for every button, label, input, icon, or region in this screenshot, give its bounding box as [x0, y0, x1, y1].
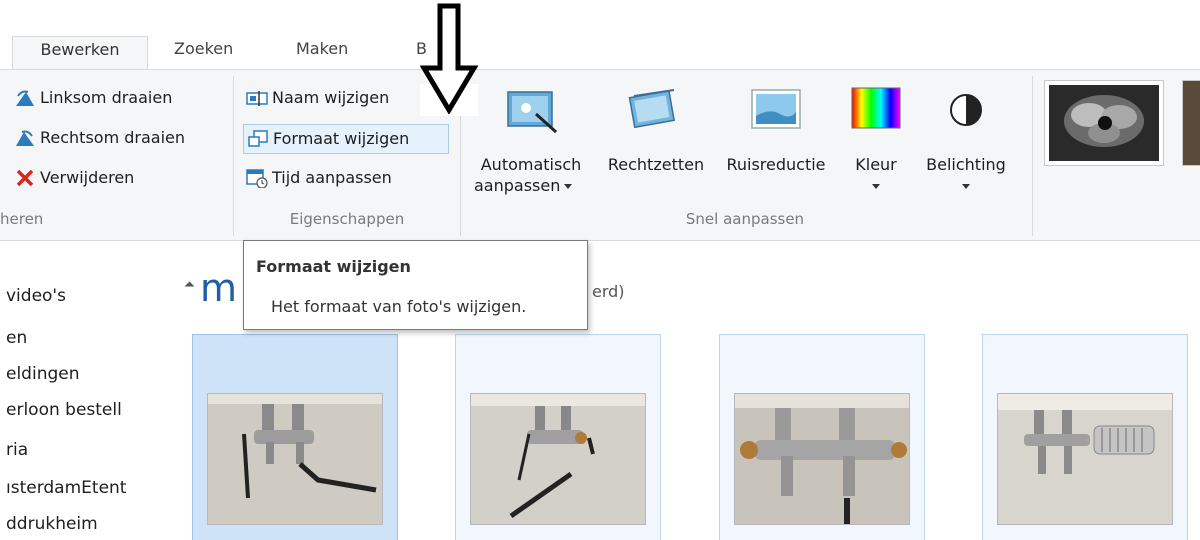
- photo-thumbnail[interactable]: [455, 334, 661, 540]
- exposure-button[interactable]: Belichting: [916, 154, 1016, 196]
- color-label: Kleur: [855, 155, 897, 174]
- nav-item[interactable]: video's: [6, 286, 66, 306]
- rename-button[interactable]: Naam wijzigen: [246, 86, 426, 112]
- nav-item[interactable]: ısterdamEtent: [6, 478, 126, 498]
- nav-item[interactable]: ddrukheim: [6, 514, 98, 534]
- tooltip-title: Formaat wijzigen: [256, 257, 411, 276]
- noise-reduction-label: Ruisreductie: [726, 155, 826, 174]
- tooltip-description: Het formaat van foto's wijzigen.: [271, 297, 527, 316]
- chevron-down-icon: [872, 184, 880, 189]
- nav-item[interactable]: en: [6, 328, 27, 348]
- photo-thumbnail[interactable]: [192, 334, 398, 540]
- auto-adjust-button[interactable]: Automatisch aanpassen: [472, 154, 590, 196]
- color-button[interactable]: Kleur: [846, 154, 906, 196]
- rotate-left-label: Linksom draaien: [40, 88, 173, 107]
- folder-heading: m: [200, 266, 238, 310]
- rename-label: Naam wijzigen: [272, 88, 390, 107]
- rotate-right-label: Rechtsom draaien: [40, 128, 186, 147]
- photo-image: [207, 393, 383, 525]
- resize-tooltip: Formaat wijzigen Het formaat van foto's …: [243, 240, 588, 330]
- down-arrow-icon: [420, 3, 479, 114]
- resize-button[interactable]: Formaat wijzigen: [243, 124, 449, 154]
- rotate-left-icon: [16, 90, 34, 106]
- ribbon: Linksom draaien Rechtsom draaien Verwijd…: [0, 69, 1200, 241]
- delete-button[interactable]: Verwijderen: [14, 166, 174, 192]
- photo-thumbnail[interactable]: [719, 334, 925, 540]
- adjust-time-button[interactable]: Tijd aanpassen: [246, 166, 426, 192]
- rename-icon: [246, 91, 268, 106]
- exposure-label: Belichting: [926, 155, 1006, 174]
- calendar-clock-icon: [246, 169, 268, 188]
- tab-create[interactable]: Maken: [284, 36, 360, 70]
- straighten-label: Rechtzetten: [607, 155, 705, 174]
- color-spectrum-icon: [851, 87, 901, 129]
- magic-wand-photo-icon: [507, 91, 558, 134]
- photo-thumbnail[interactable]: [982, 334, 1188, 540]
- chevron-down-icon: [564, 184, 573, 189]
- straighten-button[interactable]: Rechtzetten: [598, 154, 714, 175]
- auto-adjust-label-1: Automatisch: [480, 155, 582, 174]
- group-separator: [1032, 76, 1033, 236]
- rotate-right-icon: [16, 130, 34, 146]
- black-white-flower-thumbnail: [1049, 85, 1159, 161]
- straighten-photo-icon: [628, 89, 675, 129]
- delete-label: Verwijderen: [40, 168, 135, 187]
- group-label-quick-fix: Snel aanpassen: [685, 210, 805, 228]
- chevron-down-icon: [962, 184, 970, 189]
- auto-adjust-label-2: aanpassen: [472, 175, 590, 196]
- collapse-caret-icon[interactable]: [184, 281, 195, 292]
- half-circle-contrast-icon: [950, 94, 982, 126]
- photo-image: [734, 393, 910, 525]
- effect-gallery-item[interactable]: [1044, 80, 1164, 166]
- photo-image: [997, 393, 1173, 525]
- group-label-properties: Eigenschappen: [289, 210, 405, 228]
- adjust-time-label: Tijd aanpassen: [272, 168, 392, 187]
- resize-label: Formaat wijzigen: [273, 129, 410, 148]
- navigation-pane: video's en eldingen erloon bestell ria ı…: [0, 242, 150, 540]
- resize-icon: [248, 130, 268, 147]
- tab-edit[interactable]: Bewerken: [12, 36, 148, 70]
- landscape-photo-icon: [751, 89, 801, 129]
- rotate-right-button[interactable]: Rechtsom draaien: [14, 126, 224, 152]
- group-label-organize: heren: [0, 210, 44, 228]
- folder-subtitle: erd): [592, 282, 625, 301]
- tab-find[interactable]: Zoeken: [162, 36, 245, 70]
- nav-item[interactable]: ria: [6, 440, 28, 460]
- photo-image: [470, 393, 646, 525]
- red-x-icon: [16, 169, 34, 187]
- nav-item[interactable]: erloon bestell: [6, 400, 122, 420]
- noise-reduction-button[interactable]: Ruisreductie: [718, 154, 834, 175]
- nav-item[interactable]: eldingen: [6, 364, 80, 384]
- ribbon-tab-bar: Bewerken Zoeken Maken B: [0, 0, 1200, 70]
- effect-gallery-item[interactable]: [1182, 80, 1200, 166]
- rotate-left-button[interactable]: Linksom draaien: [14, 86, 214, 112]
